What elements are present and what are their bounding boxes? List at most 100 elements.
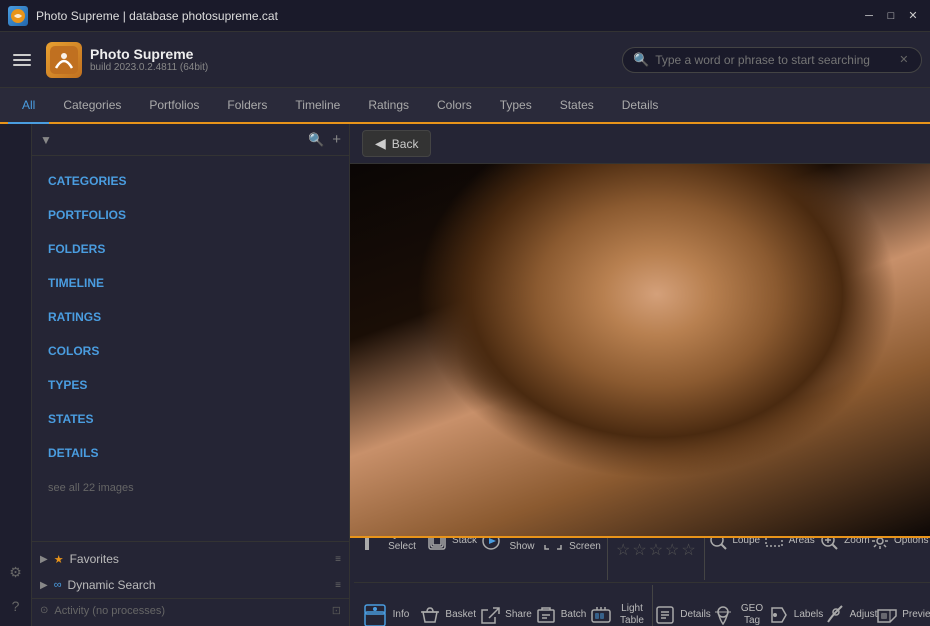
sidebar-item-states[interactable]: STATES <box>32 402 349 436</box>
sidebar-item-categories[interactable]: CATEGORIES <box>32 164 349 198</box>
maximize-button[interactable]: □ <box>882 7 900 25</box>
app-build: build 2023.0.2.4811 (64bit) <box>90 62 208 73</box>
areas-label: Areas <box>789 536 815 547</box>
activity-label: Activity (no processes) <box>54 605 165 617</box>
star-3[interactable]: ☆ <box>649 540 663 560</box>
light-table-label: Light Table <box>616 603 648 626</box>
sidebar-toolbar: ▼ 🔍 + <box>32 124 349 156</box>
light-table-icon <box>590 601 612 626</box>
preview-button[interactable]: Preview <box>878 595 930 626</box>
info-icon <box>361 601 389 626</box>
tab-timeline[interactable]: Timeline <box>281 88 354 124</box>
batch-icon <box>535 601 557 626</box>
title-bar: Photo Supreme | database photosupreme.ca… <box>0 0 930 32</box>
tab-ratings[interactable]: Ratings <box>354 88 423 124</box>
basket-button[interactable]: Basket <box>416 595 478 626</box>
filter-icon: ▼ <box>40 133 52 147</box>
geo-tag-button[interactable]: GEO Tag <box>710 595 768 626</box>
dynamic-search-label: Dynamic Search <box>68 578 330 592</box>
search-icon: 🔍 <box>633 52 649 68</box>
app-logo-text: Photo Supreme build 2023.0.2.4811 (64bit… <box>90 46 208 73</box>
tab-colors[interactable]: Colors <box>423 88 486 124</box>
sidebar-item-ratings[interactable]: RATINGS <box>32 300 349 334</box>
basket-icon <box>418 601 441 626</box>
favorites-menu-icon[interactable]: ≡ <box>335 554 341 565</box>
sidebar-item-folders[interactable]: FOLDERS <box>32 232 349 266</box>
portrait-image <box>350 164 930 536</box>
sidebar-item-timeline[interactable]: TIMELINE <box>32 266 349 300</box>
help-icon[interactable]: ? <box>4 594 28 618</box>
slide-show-button[interactable]: Slide Show <box>479 536 541 562</box>
divider-1 <box>607 536 608 580</box>
zoom-label: Zoom <box>844 536 870 547</box>
activity-expand-icon[interactable]: ⊡ <box>332 604 341 617</box>
minimize-button[interactable]: ─ <box>860 7 878 25</box>
star-5[interactable]: ☆ <box>681 540 695 560</box>
search-input[interactable] <box>655 53 895 67</box>
batch-button[interactable]: Batch <box>533 595 588 626</box>
close-button[interactable]: ✕ <box>904 7 922 25</box>
main-layout: ⚙ ? ▼ 🔍 + CATEGORIES PORTFOLIOS FOLDERS … <box>0 124 930 626</box>
sidebar-add-icon[interactable]: + <box>332 131 341 148</box>
sidebar-item-colors[interactable]: COLORS <box>32 334 349 368</box>
loupe-label: Loupe <box>732 536 760 547</box>
tab-all[interactable]: All <box>8 88 49 124</box>
details-button[interactable]: Details <box>655 595 710 626</box>
options-button[interactable]: Options <box>872 536 927 562</box>
settings-icon[interactable]: ⚙ <box>4 560 28 584</box>
light-table-button[interactable]: Light Table <box>588 595 650 626</box>
star-2[interactable]: ☆ <box>632 540 646 560</box>
back-button[interactable]: ◀ Back <box>362 130 431 157</box>
sidebar-bottom: ▶ ★ Favorites ≡ ▶ ∞ Dynamic Search ≡ ⊙ A… <box>32 541 349 626</box>
stack-icon <box>426 536 448 555</box>
sidebar-item-details[interactable]: DETAILS <box>32 436 349 470</box>
star-4[interactable]: ☆ <box>665 540 679 560</box>
tab-categories[interactable]: Categories <box>49 88 135 124</box>
tab-details[interactable]: Details <box>608 88 673 124</box>
sidebar-dynamic-search-item[interactable]: ▶ ∞ Dynamic Search ≡ <box>32 572 349 598</box>
preview-icon <box>876 601 898 626</box>
share-button[interactable]: Share <box>478 595 533 626</box>
info-button[interactable]: Info <box>354 595 416 626</box>
nav-tabs: All Categories Portfolios Folders Timeli… <box>0 88 930 124</box>
areas-button[interactable]: Areas <box>762 536 817 562</box>
tab-folders[interactable]: Folders <box>213 88 281 124</box>
adjust-label: Adjust <box>850 609 878 621</box>
window-controls: ─ □ ✕ <box>860 7 922 25</box>
zoom-button[interactable]: Zoom <box>817 536 872 562</box>
quick-select-button[interactable]: Quick Select <box>354 536 424 562</box>
activity-icon: ⊙ <box>40 605 48 616</box>
sidebar-item-types[interactable]: TYPES <box>32 368 349 402</box>
dynamic-search-menu-icon[interactable]: ≡ <box>335 580 341 591</box>
preview-label: Preview <box>902 609 930 621</box>
star-1[interactable]: ☆ <box>616 540 630 560</box>
favorites-label: Favorites <box>70 552 330 566</box>
dynamic-search-link-icon: ∞ <box>54 579 62 591</box>
dynamic-search-expand-arrow: ▶ <box>40 580 48 591</box>
app-header: Photo Supreme build 2023.0.2.4811 (64bit… <box>0 32 930 88</box>
sidebar-search-icon[interactable]: 🔍 <box>308 132 324 148</box>
details-label: Details <box>680 609 711 621</box>
hamburger-menu-button[interactable] <box>8 46 36 74</box>
favorites-star-icon: ★ <box>54 553 64 566</box>
full-screen-button[interactable]: Full Screen <box>541 536 605 562</box>
sidebar-item-portfolios[interactable]: PORTFOLIOS <box>32 198 349 232</box>
app-name: Photo Supreme <box>90 46 208 62</box>
back-label: Back <box>392 137 419 151</box>
stack-button[interactable]: Stack <box>424 536 479 562</box>
portrait-face-layer <box>350 164 930 536</box>
loupe-button[interactable]: Loupe <box>707 536 762 562</box>
adjust-button[interactable]: Adjust <box>823 595 878 626</box>
zoom-icon <box>819 536 840 555</box>
options-icon <box>870 536 890 555</box>
sidebar-favorites-item[interactable]: ▶ ★ Favorites ≡ <box>32 546 349 572</box>
app-logo: Photo Supreme build 2023.0.2.4811 (64bit… <box>46 42 208 78</box>
slide-show-label: Slide Show <box>505 536 539 553</box>
star-rating-area: ☆ ☆ ☆ ☆ ☆ <box>610 536 702 580</box>
tab-portfolios[interactable]: Portfolios <box>135 88 213 124</box>
tab-states[interactable]: States <box>546 88 608 124</box>
labels-icon <box>768 601 790 626</box>
labels-button[interactable]: Labels <box>768 595 823 626</box>
search-clear-button[interactable]: ✕ <box>899 53 908 66</box>
tab-types[interactable]: Types <box>486 88 546 124</box>
